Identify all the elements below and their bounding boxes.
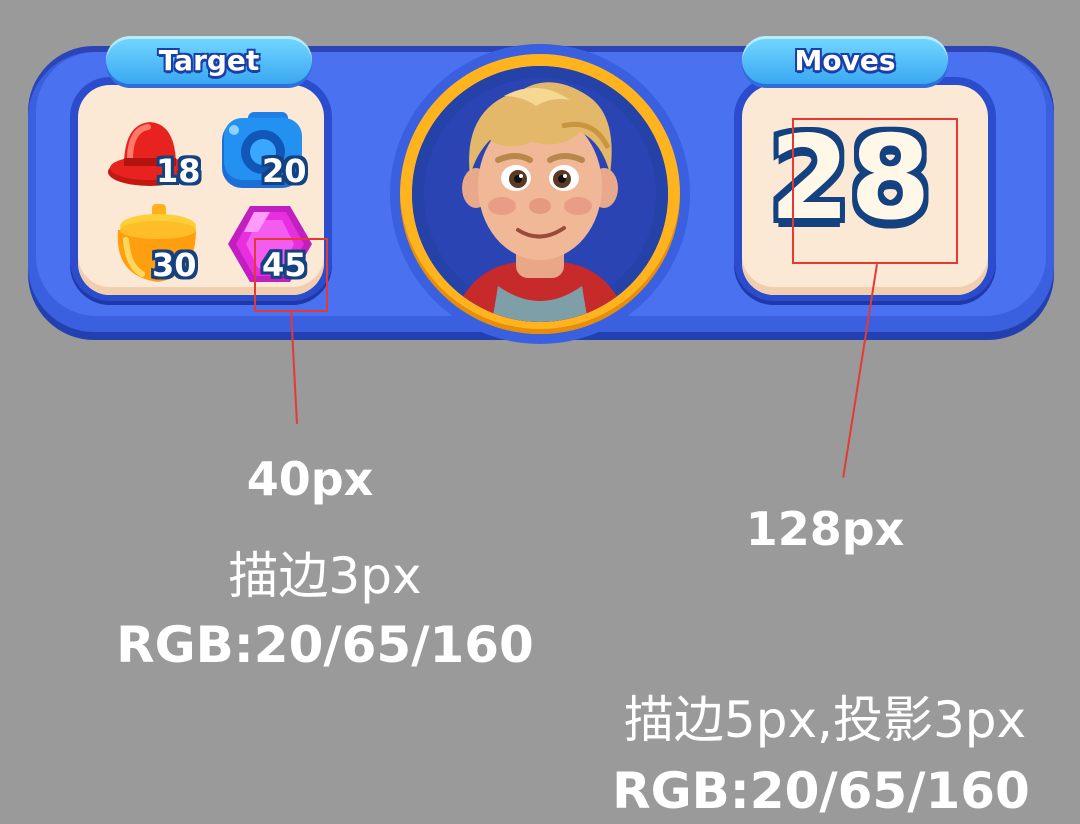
- blond-boy-avatar-icon: [452, 82, 628, 322]
- target-item-blue-camera: 20: [218, 110, 314, 194]
- annotation-box-count: [254, 238, 328, 312]
- target-count: 20: [262, 152, 307, 190]
- annotation-right-size: 128px: [745, 502, 905, 556]
- annotation-left-stroke: 描边3px: [228, 547, 422, 605]
- target-item-red-hat: 18: [106, 110, 202, 194]
- target-count: 18: [156, 152, 201, 190]
- avatar-frame: [390, 44, 690, 344]
- moves-label-pill: Moves: [742, 36, 948, 84]
- annotation-right-stroke: 描边5px,投影3px: [623, 691, 1027, 749]
- avatar: [412, 66, 668, 322]
- moves-label: Moves: [794, 43, 896, 77]
- target-label: Target: [158, 43, 260, 77]
- annotation-box-moves: [792, 118, 958, 264]
- target-count: 30: [152, 246, 197, 284]
- annotation-right-rgb: RGB:20/65/160: [612, 762, 1030, 820]
- target-label-pill: Target: [106, 36, 312, 84]
- annotation-left-size: 40px: [246, 452, 374, 506]
- target-item-yellow-pot: 30: [108, 204, 204, 288]
- annotation-left-rgb: RGB:20/65/160: [116, 616, 534, 674]
